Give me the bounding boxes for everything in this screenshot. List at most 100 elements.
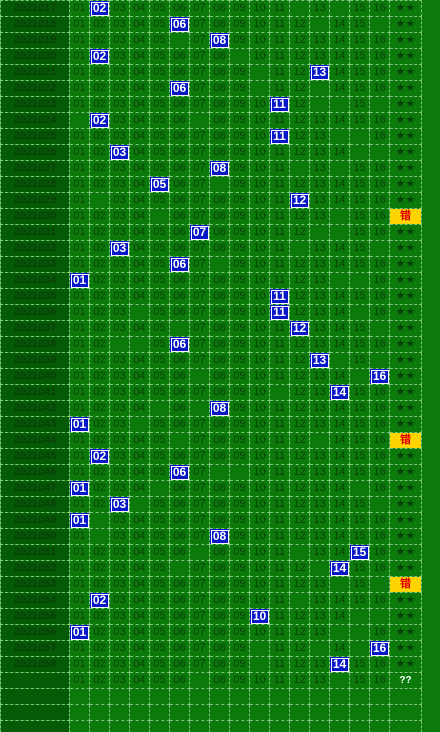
number-cell bbox=[329, 0, 350, 17]
number-cell: 01 bbox=[69, 640, 90, 657]
number-cell bbox=[309, 560, 330, 577]
number-cell: 05 bbox=[149, 96, 170, 113]
number-cell: 15 bbox=[349, 448, 370, 465]
number-cell bbox=[369, 496, 390, 513]
period-cell: 2021031 bbox=[0, 224, 70, 241]
number-cell: 12 bbox=[289, 608, 310, 625]
number-cell: 05 bbox=[149, 640, 170, 657]
number-cell: 07 bbox=[189, 304, 210, 321]
number-cell: 12 bbox=[289, 672, 310, 689]
number-cell: 08 bbox=[209, 560, 230, 577]
number-cell: 16 bbox=[369, 480, 390, 497]
period-cell: 2021052 bbox=[0, 560, 70, 577]
number-cell bbox=[349, 128, 370, 145]
number-cell: 06 bbox=[169, 160, 190, 177]
number-cell: 10 bbox=[249, 416, 270, 433]
number-cell: 14 bbox=[329, 16, 350, 33]
number-cell: 13 bbox=[309, 672, 330, 689]
number-cell bbox=[189, 400, 210, 417]
number-cell: 01 bbox=[69, 672, 90, 689]
number-cell: 15 bbox=[349, 528, 370, 545]
table-row: 2021024 02 03 04 05 06 08 09 10 11 12 13 14 15 16 ★★ bbox=[0, 112, 422, 129]
number-cell: 03 bbox=[109, 256, 130, 273]
table-row: 2021057 01 02 03 04 05 06 07 08 09 11 12 14 16 ★★ bbox=[0, 640, 422, 657]
table-row: 2021022 01 02 03 04 05 06 07 08 09 11 12 14 15 16 ★★ bbox=[0, 80, 422, 97]
number-cell bbox=[369, 704, 390, 721]
number-cell: 06 bbox=[169, 480, 190, 497]
number-cell: 01 bbox=[69, 608, 90, 625]
number-cell: 16 bbox=[369, 512, 390, 529]
number-cell: 10 bbox=[249, 288, 270, 305]
number-cell: 10 bbox=[249, 16, 270, 33]
star-icon: ★★ bbox=[389, 560, 422, 577]
number-cell bbox=[329, 128, 350, 145]
number-cell: 15 bbox=[349, 64, 370, 81]
number-cell: 01 bbox=[69, 32, 90, 49]
number-cell: 02 bbox=[89, 32, 110, 49]
number-cell: 04 bbox=[129, 176, 150, 193]
number-cell: 09 bbox=[229, 32, 250, 49]
number-cell: 03 bbox=[109, 112, 130, 129]
number-cell: 04 bbox=[129, 608, 150, 625]
number-cell bbox=[229, 704, 250, 721]
period-cell: 2021033 bbox=[0, 256, 70, 273]
number-cell: 09 bbox=[229, 352, 250, 369]
number-cell: 10 bbox=[249, 464, 270, 481]
number-cell: 11 bbox=[269, 560, 290, 577]
table-row: 2021036 01 02 03 05 06 07 08 09 10 11 12 13 14 16 ★★ bbox=[0, 304, 422, 321]
number-cell: 11 bbox=[269, 416, 290, 433]
number-cell: 11 bbox=[269, 16, 290, 33]
number-cell: 10 bbox=[249, 432, 270, 449]
number-cell: 02 bbox=[89, 432, 110, 449]
number-cell bbox=[129, 720, 150, 732]
number-cell: 02 bbox=[89, 272, 110, 289]
number-cell: 16 bbox=[369, 544, 390, 561]
number-cell: 12 bbox=[289, 432, 310, 449]
table-row: 2021029 01 03 04 05 06 07 08 09 10 11 12 13 14 15 16 ★★ bbox=[0, 192, 422, 209]
number-cell: 14 bbox=[329, 320, 350, 337]
number-cell: 07 bbox=[189, 592, 210, 609]
number-cell: 04 bbox=[129, 160, 150, 177]
period-cell: 2021036 bbox=[0, 304, 70, 321]
number-cell: 15 bbox=[349, 32, 370, 49]
number-cell: 13 bbox=[309, 304, 330, 321]
number-cell bbox=[269, 384, 290, 401]
number-cell: 02 bbox=[89, 400, 110, 417]
number-cell bbox=[329, 272, 350, 289]
number-cell: 05 bbox=[149, 432, 170, 449]
number-cell: 08 bbox=[209, 432, 230, 449]
number-cell: 07 bbox=[189, 576, 210, 593]
number-cell bbox=[209, 704, 230, 721]
number-cell: 01 bbox=[69, 176, 90, 193]
number-cell bbox=[269, 720, 290, 732]
number-cell: 02 bbox=[89, 640, 110, 657]
number-cell: 11 bbox=[269, 112, 290, 129]
star-icon: ★★ bbox=[389, 224, 422, 241]
hit-number-cell: 11 bbox=[269, 96, 290, 113]
number-cell: 05 bbox=[149, 528, 170, 545]
number-cell: 13 bbox=[309, 368, 330, 385]
number-cell: 15 bbox=[349, 256, 370, 273]
number-cell: 02 bbox=[89, 176, 110, 193]
number-cell: 07 bbox=[189, 0, 210, 17]
number-cell: 16 bbox=[369, 624, 390, 641]
period-cell: 2021055 bbox=[0, 608, 70, 625]
number-cell: 06 bbox=[169, 640, 190, 657]
hit-number-cell: 16 bbox=[369, 640, 390, 657]
period-cell bbox=[0, 704, 70, 721]
number-cell: 03 bbox=[109, 432, 130, 449]
number-cell: 07 bbox=[189, 416, 210, 433]
number-cell: 09 bbox=[229, 16, 250, 33]
number-cell: 10 bbox=[249, 272, 270, 289]
number-cell: 02 bbox=[89, 576, 110, 593]
number-cell: 10 bbox=[249, 384, 270, 401]
table-row: 2021046 01 02 03 04 05 06 07 10 11 12 13 14 15 16 ★★ bbox=[0, 464, 422, 481]
number-cell: 13 bbox=[309, 208, 330, 225]
number-cell: 04 bbox=[129, 288, 150, 305]
number-cell: 11 bbox=[269, 336, 290, 353]
number-cell: 13 bbox=[309, 288, 330, 305]
number-cell: 03 bbox=[109, 560, 130, 577]
number-cell: 07 bbox=[189, 288, 210, 305]
number-cell: 14 bbox=[329, 496, 350, 513]
number-cell: 11 bbox=[269, 432, 290, 449]
